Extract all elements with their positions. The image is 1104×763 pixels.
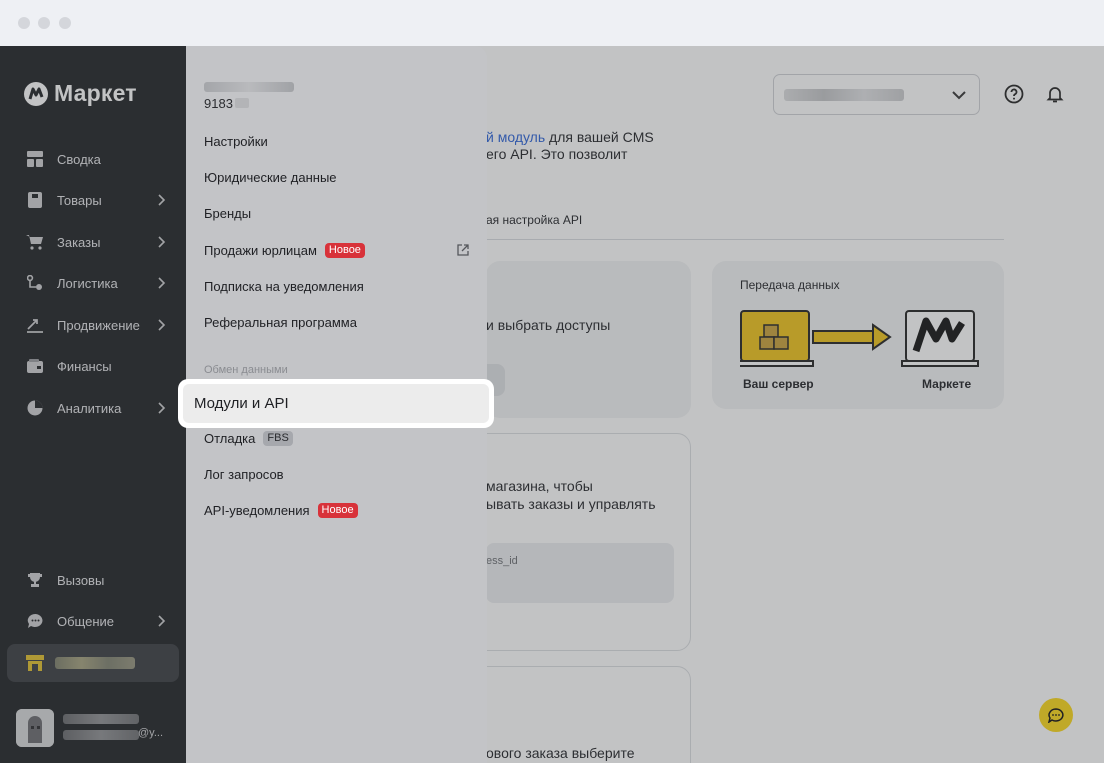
menu-item-request-log[interactable]: Лог запросов bbox=[204, 464, 284, 484]
chat-bubble-icon bbox=[1048, 707, 1064, 723]
menu-item-b2b-sales[interactable]: Продажи юрлицам Новое bbox=[204, 240, 469, 260]
menu-item-label: Отладка bbox=[204, 430, 256, 446]
account-id: 9183 bbox=[204, 96, 249, 111]
new-badge: Новое bbox=[317, 502, 358, 518]
account-name-redacted bbox=[204, 82, 294, 92]
menu-item-legal-data[interactable]: Юридические данные bbox=[204, 167, 337, 187]
support-chat-button[interactable] bbox=[1039, 698, 1073, 732]
menu-item-api-notifications[interactable]: API-уведомления Новое bbox=[204, 500, 358, 520]
menu-item-settings[interactable]: Настройки bbox=[204, 131, 268, 151]
modal-backdrop[interactable] bbox=[0, 46, 1104, 763]
menu-item-brands[interactable]: Бренды bbox=[204, 203, 251, 223]
new-badge: Новое bbox=[324, 242, 365, 258]
menu-item-notification-subscription[interactable]: Подписка на уведомления bbox=[204, 276, 364, 296]
menu-item-referral-program[interactable]: Реферальная программа bbox=[204, 312, 357, 332]
window-minimize-dot[interactable] bbox=[38, 17, 50, 29]
menu-item-label: Продажи юрлицам bbox=[204, 242, 317, 258]
app-main: й модуль для вашей CMS его API. Это позв… bbox=[0, 46, 1104, 763]
window-titlebar bbox=[0, 0, 1104, 46]
menu-item-modules-api-highlight[interactable]: Модули и API bbox=[178, 379, 494, 428]
menu-item-modules-api[interactable]: Модули и API bbox=[183, 384, 489, 423]
menu-item-debug[interactable]: Отладка FBS bbox=[204, 428, 293, 448]
menu-section-data-exchange: Обмен данными bbox=[204, 364, 288, 376]
menu-item-label: API-уведомления bbox=[204, 502, 310, 518]
fbs-badge: FBS bbox=[263, 430, 293, 446]
window-close-dot[interactable] bbox=[18, 17, 30, 29]
external-link-icon bbox=[457, 244, 469, 256]
window-maximize-dot[interactable] bbox=[59, 17, 71, 29]
